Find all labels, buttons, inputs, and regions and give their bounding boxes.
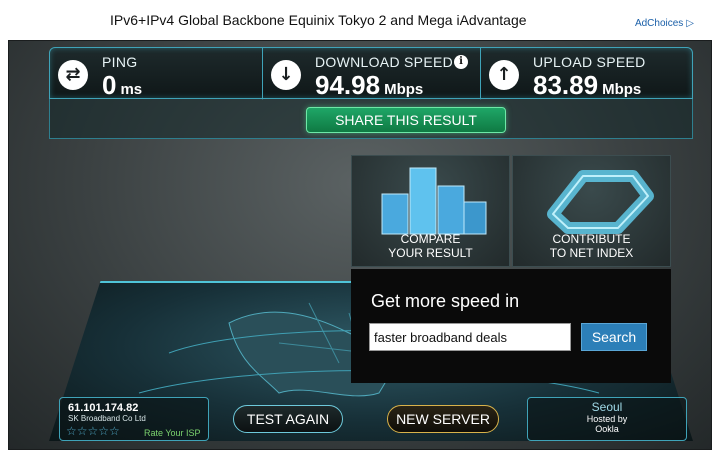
ping-value: 0 bbox=[102, 70, 117, 100]
promo-title: Get more speed in bbox=[371, 291, 520, 311]
info-icon[interactable]: i bbox=[454, 55, 468, 69]
arrow-up-icon: ↑ bbox=[489, 60, 519, 90]
adchoices-label: AdChoices bbox=[634, 18, 684, 29]
server-info: Seoul Hosted by Ookla bbox=[527, 397, 687, 441]
upload-label: UPLOAD SPEED bbox=[533, 54, 646, 70]
net-index-icon bbox=[547, 170, 654, 234]
download-stat: ↓ DOWNLOAD SPEED 94.98 Mbps i bbox=[262, 48, 480, 100]
download-value: 94.98 bbox=[315, 70, 381, 100]
contribute-label: CONTRIBUTE TO NET INDEX bbox=[513, 232, 670, 260]
results-popup: COMPARE YOUR RESULT CONTRIBUTE TO NET IN… bbox=[351, 155, 671, 383]
adchoices-link[interactable]: AdChoices ▷ bbox=[635, 18, 694, 29]
share-result-button[interactable]: SHARE THIS RESULT bbox=[306, 107, 506, 133]
broadband-search-input[interactable] bbox=[369, 323, 571, 351]
new-server-button[interactable]: NEW SERVER bbox=[387, 405, 499, 433]
hosted-by-label: Hosted by bbox=[586, 414, 628, 424]
adchoices-icon: ▷ bbox=[686, 18, 694, 29]
speedtest-panel: ⇄ PING 0 ms ↓ DOWNLOAD SPEED 94.98 Mbps i … bbox=[8, 40, 712, 450]
ping-unit: ms bbox=[120, 81, 143, 98]
host-name: Ookla bbox=[595, 424, 619, 434]
arrow-down-icon: ↓ bbox=[271, 60, 301, 90]
isp-name: SK Broadband Co Ltd bbox=[68, 414, 146, 423]
share-strip: SHARE THIS RESULT bbox=[49, 99, 693, 139]
contribute-line2: TO NET INDEX bbox=[549, 246, 634, 260]
stats-bar: ⇄ PING 0 ms ↓ DOWNLOAD SPEED 94.98 Mbps i … bbox=[49, 47, 694, 100]
swap-arrows-icon: ⇄ bbox=[58, 60, 88, 90]
contribute-line1: CONTRIBUTE bbox=[552, 232, 631, 246]
upload-value: 83.89 bbox=[533, 70, 599, 100]
server-city: Seoul bbox=[591, 400, 623, 414]
compare-line2: YOUR RESULT bbox=[388, 246, 473, 260]
contribute-tile[interactable]: CONTRIBUTE TO NET INDEX bbox=[512, 155, 671, 267]
ping-label: PING bbox=[102, 54, 138, 70]
top-banner: IPv6+IPv4 Global Backbone Equinix Tokyo … bbox=[0, 0, 720, 40]
broadband-promo: Get more speed in Search bbox=[351, 269, 671, 383]
ping-stat: ⇄ PING 0 ms bbox=[50, 48, 262, 100]
download-value-row: 94.98 Mbps bbox=[315, 70, 423, 101]
isp-info: 61.101.174.82 SK Broadband Co Ltd ☆☆☆☆☆ … bbox=[59, 397, 209, 441]
download-unit: Mbps bbox=[384, 81, 424, 98]
rate-isp-link[interactable]: Rate Your ISP bbox=[144, 428, 201, 438]
compare-result-tile[interactable]: COMPARE YOUR RESULT bbox=[351, 155, 510, 267]
ip-address: 61.101.174.82 bbox=[68, 402, 139, 414]
upload-value-row: 83.89 Mbps bbox=[533, 70, 641, 101]
search-button[interactable]: Search bbox=[581, 323, 647, 351]
bar-chart-icon bbox=[381, 167, 487, 235]
bottom-bar: 61.101.174.82 SK Broadband Co Ltd ☆☆☆☆☆ … bbox=[49, 397, 693, 443]
compare-label: COMPARE YOUR RESULT bbox=[352, 232, 509, 260]
upload-stat: ↑ UPLOAD SPEED 83.89 Mbps bbox=[480, 48, 694, 100]
test-again-button[interactable]: TEST AGAIN bbox=[233, 405, 343, 433]
ping-value-row: 0 ms bbox=[102, 70, 142, 101]
star-rating-icon[interactable]: ☆☆☆☆☆ bbox=[66, 424, 120, 438]
compare-line1: COMPARE bbox=[400, 232, 461, 246]
download-label: DOWNLOAD SPEED bbox=[315, 54, 453, 70]
upload-unit: Mbps bbox=[602, 81, 642, 98]
server-banner-title: IPv6+IPv4 Global Backbone Equinix Tokyo … bbox=[110, 12, 527, 28]
server-host: Hosted by Ookla bbox=[528, 414, 686, 434]
